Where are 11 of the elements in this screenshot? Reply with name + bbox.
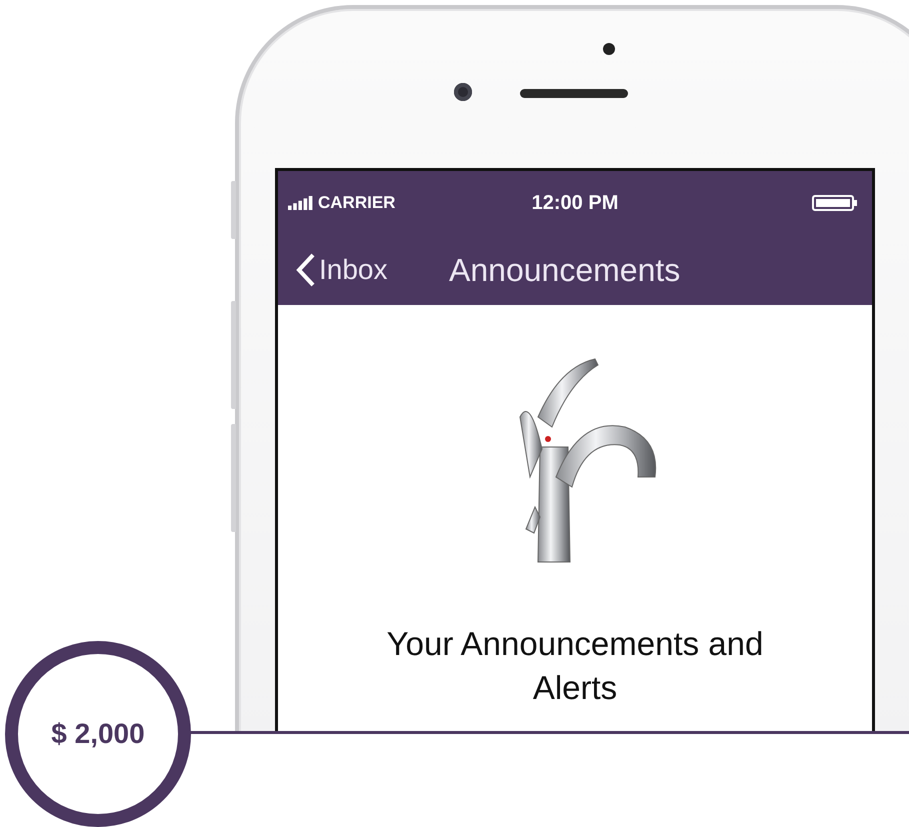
carrier-label: CARRIER xyxy=(318,193,396,213)
screen-title: Announcements xyxy=(449,252,680,288)
back-button[interactable]: Inbox xyxy=(296,253,388,287)
clock-time: 12:00 PM xyxy=(532,192,618,214)
price-badge: $ 2,000 xyxy=(5,641,191,827)
battery-icon xyxy=(812,195,858,211)
chevron-left-icon xyxy=(296,253,316,287)
signal-icon xyxy=(288,196,314,210)
welcome-heading: Your Announcements and Alerts xyxy=(386,624,764,708)
sensor-dot xyxy=(603,43,615,55)
camera-lens xyxy=(454,83,472,101)
